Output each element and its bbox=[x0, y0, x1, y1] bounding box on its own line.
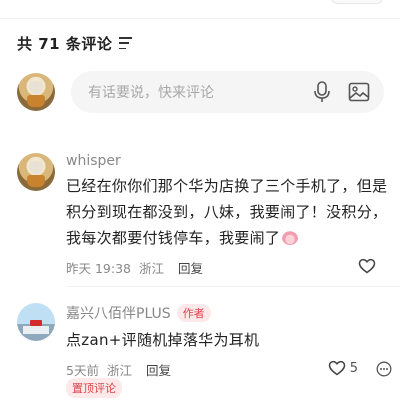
comment-location: 浙江 bbox=[106, 362, 132, 378]
author-avatar[interactable] bbox=[17, 303, 55, 341]
comment-time: 5天前 bbox=[66, 362, 99, 378]
comment-body: 点zan+评随机掉落华为耳机 bbox=[66, 327, 388, 353]
like-count: 5 bbox=[349, 360, 358, 376]
sort-lines-icon[interactable] bbox=[119, 37, 133, 49]
reply-button[interactable]: 回复 bbox=[146, 360, 171, 379]
reply-button[interactable]: 回复 bbox=[178, 258, 203, 277]
comment-time: 昨天 19:38 bbox=[66, 260, 131, 276]
comment-meta: 昨天 19:38 浙江 回复 bbox=[66, 257, 388, 277]
comment-author-row: whisper bbox=[66, 153, 388, 169]
heart-outline-icon bbox=[328, 360, 345, 376]
like-button[interactable] bbox=[358, 258, 376, 274]
comment-item: whisper 已经在你你们那个华为店换了三个手机了，但是积分到现在都没到，八妹… bbox=[66, 153, 388, 277]
heart-outline-icon bbox=[358, 258, 376, 274]
avatar[interactable] bbox=[17, 73, 55, 111]
more-circle-icon[interactable] bbox=[376, 361, 392, 377]
comment-item: 嘉兴八佰伴PLUS 作者 点zan+评随机掉落华为耳机 5天前 浙江 回复 5 bbox=[66, 303, 392, 379]
commenter-avatar[interactable] bbox=[17, 153, 55, 191]
microphone-icon[interactable] bbox=[313, 81, 331, 103]
comment-input[interactable]: 有话要说，快来评论 bbox=[71, 71, 384, 113]
top-divider bbox=[0, 18, 400, 19]
like-button[interactable]: 5 bbox=[328, 360, 358, 376]
comment-text: 点zan+评随机掉落华为耳机 bbox=[66, 331, 260, 349]
comment-author-name[interactable]: whisper bbox=[66, 153, 121, 169]
comment-count-label: 共 71 条评论 bbox=[17, 34, 113, 53]
comment-body: 已经在你你们那个华为店换了三个手机了，但是积分到现在都没到，八妹，我要闹了！没积… bbox=[66, 173, 388, 251]
emoji-icon bbox=[282, 231, 299, 245]
comment-meta: 5天前 浙江 回复 5 bbox=[66, 359, 392, 379]
comment-author-row: 嘉兴八佰伴PLUS 作者 bbox=[66, 303, 388, 323]
pinned-badge: 置顶评论 bbox=[66, 378, 122, 398]
author-badge: 作者 bbox=[176, 304, 211, 322]
comment-author-name[interactable]: 嘉兴八佰伴PLUS bbox=[66, 303, 171, 323]
comment-input-placeholder: 有话要说，快来评论 bbox=[88, 85, 214, 101]
comment-text: 已经在你你们那个华为店换了三个手机了，但是积分到现在都没到，八妹，我要闹了！没积… bbox=[66, 177, 388, 247]
top-button-fragment[interactable] bbox=[330, 0, 384, 4]
comment-count-header: 共 71 条评论 bbox=[17, 33, 133, 53]
comment-divider bbox=[66, 286, 400, 287]
comment-location: 浙江 bbox=[139, 260, 165, 276]
image-icon[interactable] bbox=[348, 81, 370, 103]
